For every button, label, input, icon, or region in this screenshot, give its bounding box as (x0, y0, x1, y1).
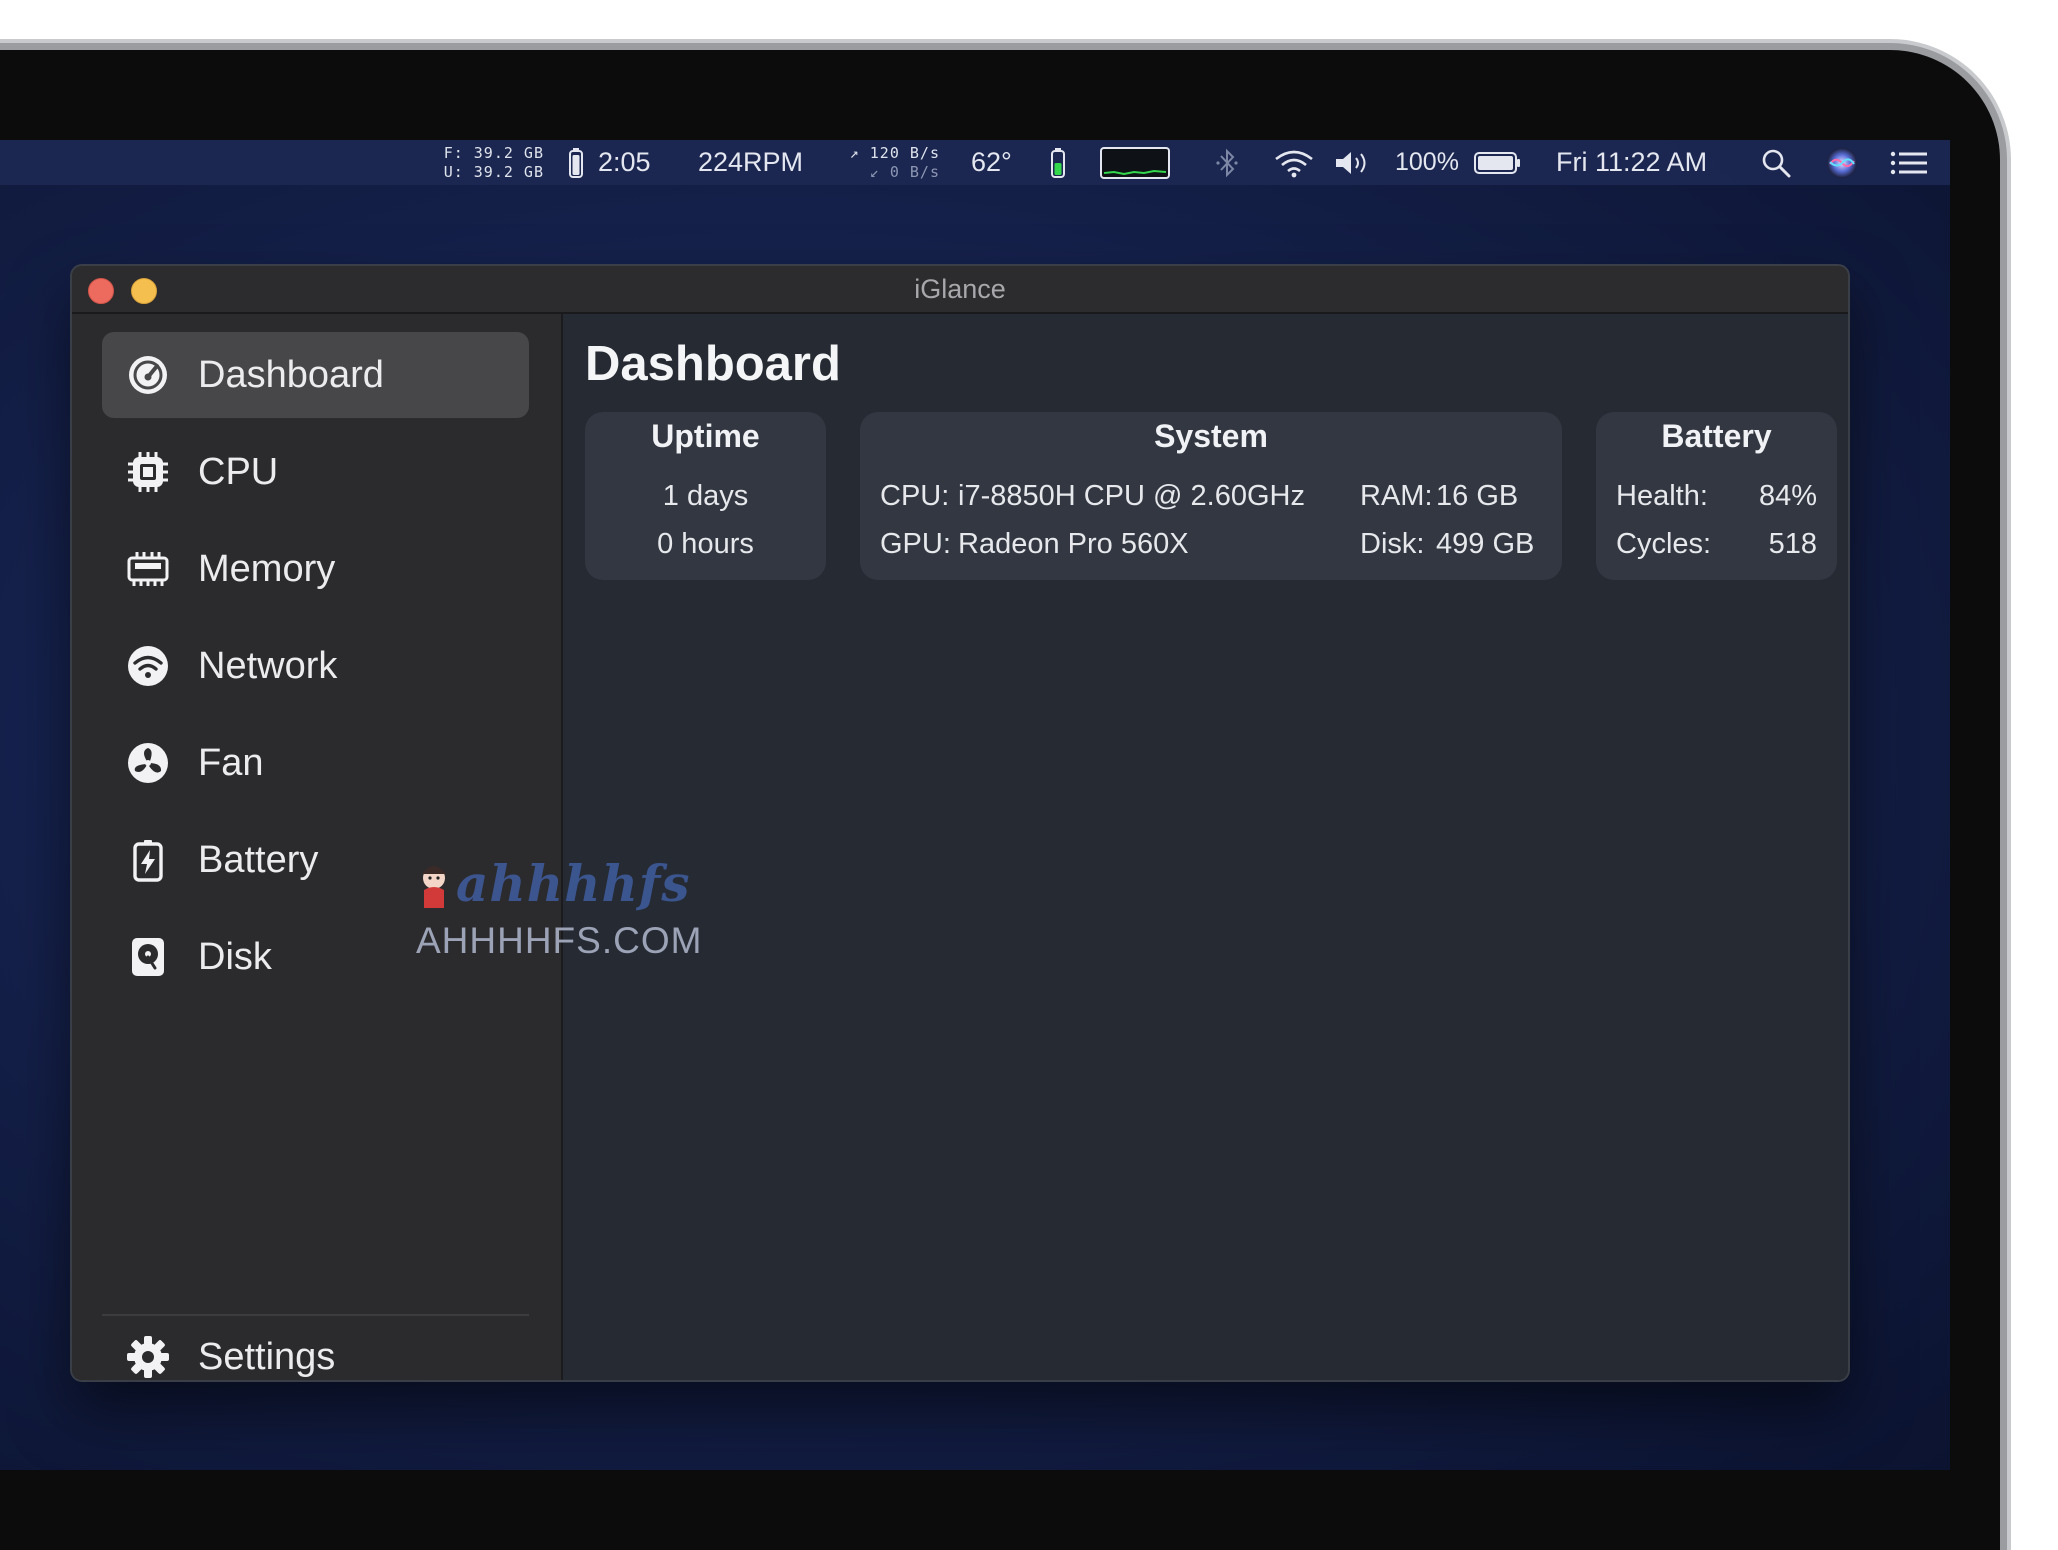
settings-label: Settings (198, 1336, 336, 1378)
uptime-card: Uptime 1 days 0 hours (585, 412, 826, 580)
cycles-value: 518 (1768, 528, 1817, 560)
sidebar-item-battery[interactable]: Battery (102, 817, 529, 903)
sidebar-item-fan[interactable]: Fan (102, 720, 529, 806)
spotlight-search-icon[interactable] (1760, 140, 1792, 185)
battery-level-icon[interactable] (1050, 140, 1066, 185)
clock-text[interactable]: Fri 11:22 AM (1556, 140, 1707, 185)
battery-icon (133, 840, 163, 882)
battery-percent-text[interactable]: 100% (1395, 140, 1459, 185)
cpu-graph-icon[interactable] (1100, 140, 1170, 185)
sidebar-item-label: Network (198, 645, 338, 687)
volume-icon[interactable] (1333, 140, 1373, 185)
sidebar-item-cpu[interactable]: CPU (102, 429, 529, 515)
sidebar-item-dashboard[interactable]: Dashboard (102, 332, 529, 418)
system-card: System CPU: i7-8850H CPU @ 2.60GHz GPU: … (860, 412, 1562, 580)
battery-card: Battery Health: 84% Cycles: 518 (1596, 412, 1837, 580)
sidebar-item-label: Fan (198, 742, 264, 784)
ram-label: RAM: (1360, 480, 1433, 512)
sidebar-item-label: Battery (198, 839, 319, 881)
page-title: Dashboard (585, 337, 841, 391)
health-label: Health: (1616, 480, 1708, 512)
disk-free-text: F: 39.2 GB (443, 143, 544, 162)
uptime-header: Uptime (651, 418, 760, 454)
upload-arrow-icon: ↗ (849, 143, 870, 162)
sidebar-item-label: Dashboard (198, 354, 384, 396)
sidebar-item-settings[interactable]: Settings (102, 1336, 529, 1378)
download-arrow-icon: ↙ (869, 162, 890, 181)
battery-vertical-icon (568, 140, 584, 185)
disk-icon (132, 938, 164, 976)
sidebar-item-label: Memory (198, 548, 336, 590)
gear-icon (127, 1336, 169, 1378)
uptime-hours: 0 hours (657, 528, 754, 560)
network-stats-menu-item[interactable]: ↗ 120 B/s ↙ 0 B/s (840, 140, 940, 185)
dashboard-gauge-icon (129, 356, 167, 394)
cpu-label: CPU: (880, 480, 950, 512)
menu-bar: F: 39.2 GB U: 39.2 GB 2:05 224RPM ↗ 120 … (0, 140, 1950, 185)
battery-time-text[interactable]: 2:05 (598, 140, 651, 185)
sidebar: Dashboard CPU Memory Network Fan Battery (72, 314, 563, 1380)
disk-value: 499 GB (1436, 528, 1535, 560)
gpu-value: Radeon Pro 560X (958, 528, 1189, 560)
fan-speed-text[interactable]: 224RPM (698, 140, 803, 185)
battery-status-icon[interactable] (1474, 140, 1522, 185)
wifi-icon[interactable] (1273, 140, 1315, 185)
disk-stats-menu-item[interactable]: F: 39.2 GB U: 39.2 GB (436, 140, 544, 185)
sidebar-divider (102, 1314, 529, 1316)
cycles-label: Cycles: (1616, 528, 1712, 560)
sidebar-item-memory[interactable]: Memory (102, 526, 529, 612)
network-down-text: 0 B/s (889, 162, 940, 181)
temperature-text[interactable]: 62° (971, 140, 1012, 185)
sidebar-item-label: CPU (198, 451, 279, 493)
sidebar-item-network[interactable]: Network (102, 623, 529, 709)
desktop-screen: F: 39.2 GB U: 39.2 GB 2:05 224RPM ↗ 120 … (0, 140, 1950, 1470)
title-bar: iGlance (72, 266, 1848, 314)
fan-icon (128, 743, 168, 783)
wifi-icon (128, 646, 168, 686)
cpu-chip-icon (128, 452, 168, 492)
system-header: System (1154, 418, 1268, 454)
notification-center-icon[interactable] (1890, 140, 1928, 185)
battery-header: Battery (1661, 418, 1772, 454)
window-title: iGlance (914, 274, 1006, 304)
sidebar-item-label: Disk (198, 936, 272, 978)
uptime-days: 1 days (662, 480, 749, 512)
cpu-value: i7-8850H CPU @ 2.60GHz (958, 480, 1305, 512)
network-up-text: 120 B/s (869, 143, 940, 162)
bluetooth-icon[interactable] (1215, 140, 1239, 185)
siri-icon[interactable] (1826, 140, 1858, 185)
health-value: 84% (1758, 480, 1817, 512)
disk-used-text: U: 39.2 GB (443, 162, 544, 181)
dashboard-panel: Dashboard Uptime 1 days 0 hours System C… (563, 314, 1848, 1380)
gpu-label: GPU: (880, 528, 951, 560)
ram-value: 16 GB (1436, 480, 1519, 512)
iglance-window: iGlance Dashboard CPU Memory Network Fan (72, 266, 1848, 1380)
sidebar-item-disk[interactable]: Disk (102, 914, 529, 1000)
disk-label: Disk: (1360, 528, 1425, 560)
memory-icon (127, 552, 169, 586)
